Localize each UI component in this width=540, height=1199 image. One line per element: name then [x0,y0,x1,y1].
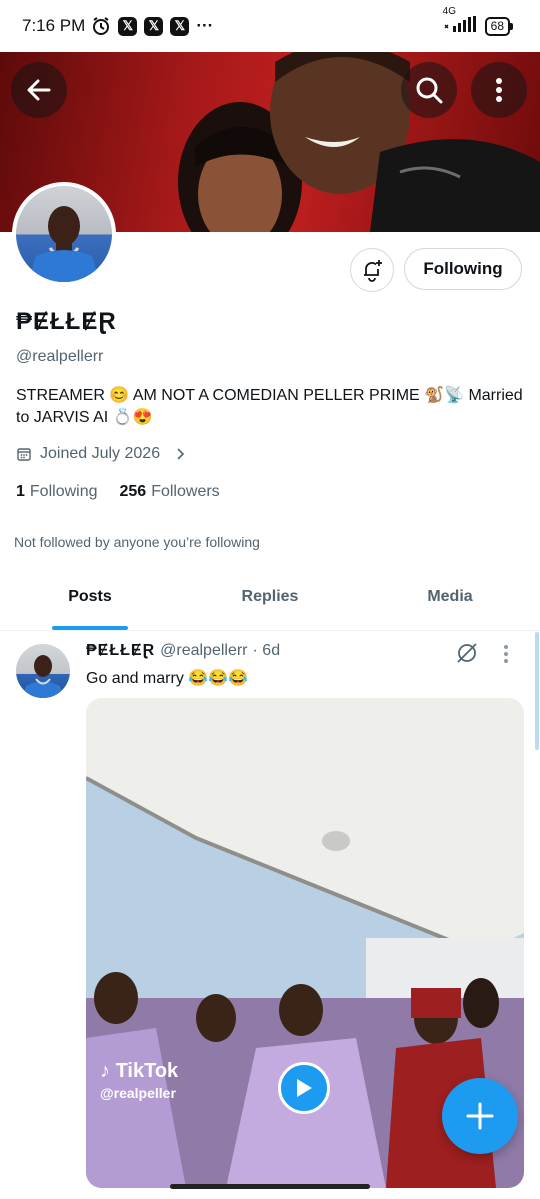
search-button[interactable] [401,62,457,118]
tiktok-brand: TikTok [115,1060,179,1082]
scrollbar[interactable] [535,632,539,750]
notification-bell-button[interactable] [350,248,394,292]
post-header: ₱ɆŁŁɆⱤ @realpellerr · 6d [86,642,280,660]
joined-date-row: Joined July 2026 [16,445,188,463]
status-bar: 7:16 PM 𝕏 𝕏 𝕏 ··· 4G 68 [0,0,540,52]
search-icon [416,77,443,104]
following-label: Following [29,483,98,500]
signal-icon: 4G [443,6,477,37]
battery-indicator: 68 [484,16,514,36]
post-author-avatar[interactable] [16,644,70,698]
profile-avatar[interactable] [12,182,116,286]
tiktok-handle: @realpeller [100,1085,176,1101]
followers-stat[interactable]: 256 Followers [120,483,220,501]
alarm-icon [91,16,111,36]
not-followed-note: Not followed by anyone you’re following [14,534,260,550]
status-time: 7:16 PM [22,16,86,35]
tab-replies[interactable]: Replies [180,578,360,630]
status-overflow: ··· [196,16,214,35]
back-button[interactable] [11,62,67,118]
x-notification-icon: 𝕏 [118,16,138,36]
plus-icon [466,1102,494,1130]
play-icon [297,1079,312,1097]
more-button[interactable] [471,62,527,118]
tiktok-icon: ♪ [100,1060,116,1082]
home-indicator[interactable] [170,1184,370,1189]
bell-plus-icon [364,260,382,282]
tab-media[interactable]: Media [360,578,540,630]
post-age: · 6d [252,642,281,659]
display-name: ₱ɆŁŁɆⱤ [16,308,117,335]
profile-bio: STREAMER 😊 AM NOT A COMEDIAN PELLER PRIM… [16,387,523,426]
x-notification-icon: 𝕏 [144,16,164,36]
followers-count: 256 [119,483,147,500]
post-author-name[interactable]: ₱ɆŁŁɆⱤ [86,642,155,660]
network-type: 4G [442,5,456,17]
chevron-right-icon[interactable] [174,447,188,461]
follow-stats: 1 Following 256 Followers [16,483,220,501]
avatar [16,186,112,282]
joined-date: Joined July 2026 [40,445,161,462]
play-button[interactable] [278,1062,330,1114]
following-count: 1 [16,483,25,500]
post-author-handle[interactable]: @realpellerr [160,642,247,660]
tab-posts[interactable]: Posts [0,578,180,630]
post-text: Go and marry 😂😂😂 [86,670,249,687]
followers-label: Followers [151,483,220,500]
calendar-icon [17,448,31,461]
tiktok-watermark: ♪ TikTok @realpeller [100,1060,178,1101]
arrow-left-icon [27,79,51,101]
grok-icon[interactable] [455,641,479,670]
following-stat[interactable]: 1 Following [16,483,98,501]
more-vertical-icon [496,78,502,102]
following-button[interactable]: Following [404,248,522,290]
profile-tabs: Posts Replies Media [0,578,540,631]
compose-post-button[interactable] [442,1078,518,1154]
x-notification-icon: 𝕏 [170,16,190,36]
profile-handle: @realpellerr [16,348,104,365]
post-more-icon[interactable] [503,644,509,669]
